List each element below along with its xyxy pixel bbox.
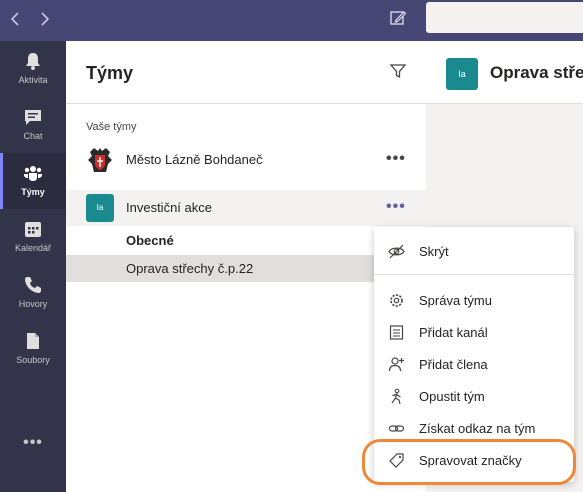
add-channel-icon	[389, 325, 404, 340]
channel-team-avatar: Ia	[446, 58, 478, 90]
rail-label: Týmy	[21, 187, 45, 197]
back-button[interactable]	[6, 9, 26, 29]
rail-item-chat[interactable]: Chat	[0, 97, 66, 153]
menu-item-hide[interactable]: Skrýt	[374, 235, 574, 267]
rail-label: Chat	[23, 131, 43, 141]
leave-team-icon	[391, 388, 401, 405]
link-icon	[388, 425, 405, 432]
rail-item-kalendar[interactable]: Kalendář	[0, 209, 66, 265]
bell-icon	[26, 53, 40, 70]
teams-panel: Týmy Vaše týmy Město Lázně Bohdaneč ••• …	[66, 41, 426, 492]
menu-item-get-link[interactable]: Získat odkaz na tým	[374, 412, 574, 444]
chat-icon	[25, 110, 41, 125]
compose-icon	[390, 11, 407, 25]
coat-of-arms-avatar	[88, 148, 112, 172]
panel-header: Týmy	[66, 41, 426, 104]
menu-divider	[374, 274, 574, 275]
file-icon	[27, 333, 39, 349]
teams-icon	[24, 166, 42, 181]
menu-item-label: Správa týmu	[419, 293, 492, 308]
rail-label: Hovory	[18, 299, 48, 309]
section-label: Vaše týmy	[86, 121, 137, 133]
rail-item-aktivita[interactable]: Aktivita	[0, 41, 66, 97]
channel-name: Obecné	[126, 233, 174, 248]
rail-label: Kalendář	[14, 243, 52, 253]
menu-item-label: Přidat kanál	[419, 325, 488, 340]
page-title: Týmy	[86, 63, 134, 83]
teams-list: Vaše týmy Město Lázně Bohdaneč ••• Ia In…	[66, 104, 426, 492]
menu-item-manage-team[interactable]: Správa týmu	[374, 284, 574, 316]
menu-item-leave-team[interactable]: Opustit tým	[374, 380, 574, 412]
menu-item-label: Přidat člena	[419, 357, 488, 372]
more-apps-button[interactable]: •••	[0, 434, 66, 452]
phone-icon	[25, 277, 41, 293]
menu-item-add-channel[interactable]: Přidat kanál	[374, 316, 574, 348]
team-row-mesto[interactable]: Město Lázně Bohdaneč •••	[66, 142, 426, 178]
search-box[interactable]	[426, 2, 583, 33]
menu-item-label: Opustit tým	[419, 389, 485, 404]
rail-item-soubory[interactable]: Soubory	[0, 321, 66, 377]
settings-gear-icon	[390, 294, 403, 307]
menu-item-add-member[interactable]: Přidat člena	[374, 348, 574, 380]
channel-obecne[interactable]: Obecné	[66, 227, 426, 254]
channel-header: Ia Oprava střechy č.p.22	[426, 41, 583, 104]
chevron-right-icon	[41, 12, 50, 26]
team-avatar: Ia	[86, 194, 114, 222]
menu-item-label: Získat odkaz na tým	[419, 421, 536, 436]
rail-item-tymy[interactable]: Týmy	[0, 153, 66, 209]
rail-item-hovory[interactable]: Hovory	[0, 265, 66, 321]
team-name: Investiční akce	[126, 200, 212, 215]
add-member-icon	[388, 357, 404, 372]
chevron-left-icon	[10, 12, 19, 26]
app-rail: Aktivita Chat Týmy Kalendář Hovory Soubo…	[0, 41, 66, 492]
tag-icon	[389, 453, 404, 468]
rail-label: Soubory	[16, 355, 50, 365]
menu-item-manage-tags[interactable]: Spravovat značky	[374, 444, 574, 476]
channel-oprava-strechy[interactable]: Oprava střechy č.p.22	[66, 255, 426, 282]
calendar-icon	[25, 222, 41, 237]
forward-button[interactable]	[34, 9, 54, 29]
top-bar	[0, 0, 583, 41]
filter-icon[interactable]	[389, 62, 407, 80]
team-row-investicni-akce[interactable]: Ia Investiční akce •••	[66, 190, 426, 226]
team-context-menu: Skrýt Správa týmu Přidat kanál Přidat čl…	[374, 227, 574, 482]
hide-icon	[388, 244, 405, 259]
rail-label: Aktivita	[18, 75, 48, 85]
menu-item-label: Skrýt	[419, 244, 449, 259]
more-options-button[interactable]: •••	[386, 150, 406, 168]
compose-button[interactable]	[388, 8, 408, 28]
channel-title: Oprava střechy č.p.22	[490, 63, 583, 82]
channel-name: Oprava střechy č.p.22	[126, 261, 254, 276]
menu-item-label: Spravovat značky	[419, 453, 522, 468]
more-options-button[interactable]: •••	[386, 198, 406, 216]
team-name: Město Lázně Bohdaneč	[126, 152, 263, 167]
